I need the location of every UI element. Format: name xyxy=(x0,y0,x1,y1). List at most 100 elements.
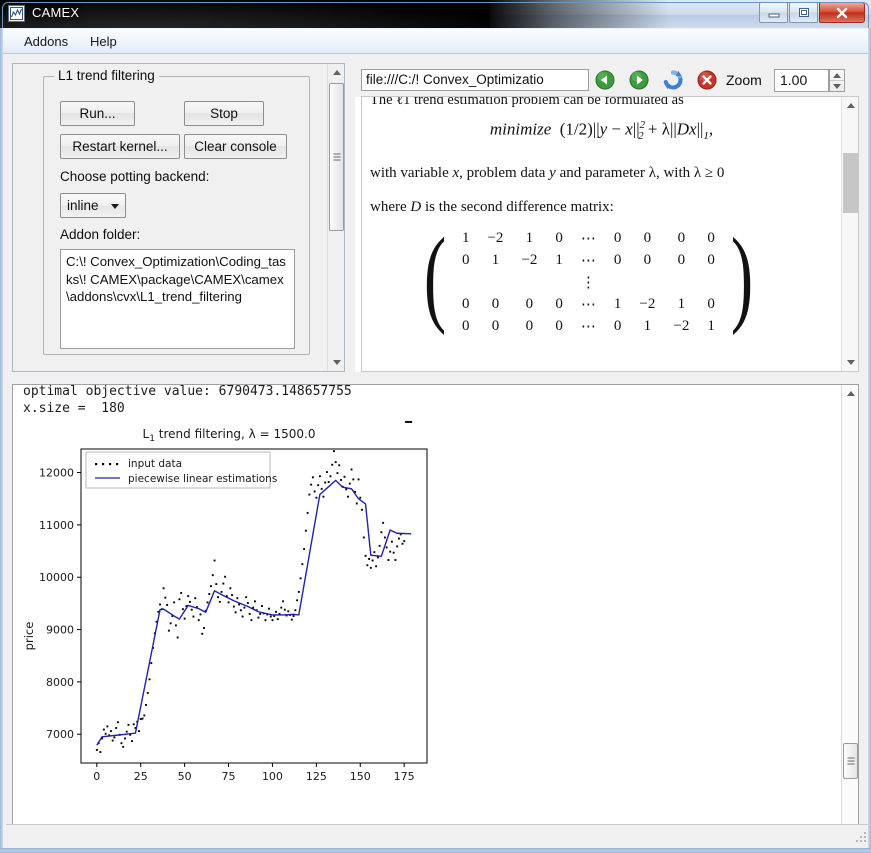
documentation-content: The ℓ1 trend estimation problem can be f… xyxy=(362,97,841,371)
x-tick-label: 75 xyxy=(222,770,236,783)
close-button[interactable] xyxy=(819,2,865,23)
matrix-cell xyxy=(630,271,664,293)
legend-label-input-data: input data xyxy=(128,458,182,470)
clear-console-button[interactable]: Clear console xyxy=(184,134,287,159)
plot-canvas: L1 trend filtering, λ = 1500.0 price 700… xyxy=(19,421,439,821)
reload-icon[interactable] xyxy=(663,70,683,90)
doc-variable-line: with variable x, problem data y and para… xyxy=(370,165,724,182)
matrix-cell xyxy=(664,271,698,293)
zoom-spinner[interactable] xyxy=(829,69,845,92)
matrix-cell: 1 xyxy=(555,251,563,268)
matrix-cell: ⋮ xyxy=(580,274,596,291)
addon-panel-scrollbar[interactable] xyxy=(327,64,344,371)
matrix-cell xyxy=(512,271,546,293)
top-split-region: L1 trend filtering Run... Stop Restart k… xyxy=(3,54,868,379)
x-tick-label: 25 xyxy=(134,770,148,783)
console-scrollbar-thumb[interactable] xyxy=(843,743,858,779)
restart-kernel-button[interactable]: Restart kernel... xyxy=(60,134,180,159)
matrix-cell: 0 xyxy=(677,229,686,246)
plot-ylabel: price xyxy=(22,622,36,651)
y-tick-label: 7000 xyxy=(46,728,74,741)
doc-scroll-up-icon[interactable] xyxy=(842,97,858,114)
backend-select[interactable]: inline xyxy=(60,193,126,218)
matrix-cell: 0 xyxy=(613,317,622,334)
matrix-cell: −2 xyxy=(639,295,656,312)
matrix-cell: 0 xyxy=(555,229,563,246)
run-button[interactable]: Run... xyxy=(60,101,135,126)
console-scrollbar[interactable] xyxy=(841,385,858,841)
console-output: optimal objective value: 6790473.1486577… xyxy=(23,384,352,416)
doc-line2-lambda: λ xyxy=(648,165,656,181)
second-difference-matrix: ( 1 −2 1 0 ⋯ 0 0 0 0 0 1 −2 1 ⋯ 0 0 0 0 ⋮ 0 0 0 0 ⋯ 1 −2 1 0 0 0 0 0 ⋯ 0 1… xyxy=(417,217,760,337)
x-tick-label: 50 xyxy=(178,770,192,783)
minimize-button[interactable] xyxy=(759,2,788,23)
desktop-background: CAMEX Addons Help L1 trend filtering Run… xyxy=(0,0,871,853)
console-panel[interactable]: optimal objective value: 6790473.1486577… xyxy=(12,384,859,842)
addon-panel: L1 trend filtering Run... Stop Restart k… xyxy=(12,63,345,372)
doc-scroll-down-icon[interactable] xyxy=(842,354,858,371)
documentation-scrollbar[interactable] xyxy=(841,97,858,371)
matrix-cell: 0 xyxy=(707,295,715,312)
matrix-cell: 0 xyxy=(677,251,686,268)
documentation-viewport: The ℓ1 trend estimation problem can be f… xyxy=(361,96,859,372)
statusbar xyxy=(6,824,871,846)
browser-toolbar: file:///C:/! Convex_Optimizatio Zoom 1.0… xyxy=(355,63,859,97)
addon-groupbox: L1 trend filtering Run... Stop Restart k… xyxy=(43,68,310,355)
matrix-cell: 1 xyxy=(525,229,534,246)
zoom-increment-button[interactable] xyxy=(830,70,844,81)
matrix-row: 1 −2 1 0 ⋯ 0 0 0 0 xyxy=(453,227,724,249)
scroll-down-icon[interactable] xyxy=(328,354,345,371)
matrix-cell xyxy=(698,271,724,293)
doc-scrollbar-thumb[interactable] xyxy=(843,153,858,213)
addon-folder-path[interactable]: C:\! Convex_Optimization\Coding_tasks\! … xyxy=(60,249,295,349)
maximize-button[interactable] xyxy=(789,2,818,23)
window-titlebar: CAMEX xyxy=(0,0,871,28)
zoom-decrement-button[interactable] xyxy=(830,81,844,91)
zoom-input[interactable]: 1.00 xyxy=(774,69,829,92)
scroll-up-icon[interactable] xyxy=(328,64,345,81)
y-tick-label: 11000 xyxy=(39,519,74,532)
doc-line2-condition: λ ≥ 0 xyxy=(693,165,725,181)
url-input[interactable]: file:///C:/! Convex_Optimizatio xyxy=(361,69,589,91)
doc-line3-b: is the second difference matrix: xyxy=(421,199,614,215)
matrix-cell: 1 xyxy=(491,251,500,268)
matrix-cell xyxy=(453,271,479,293)
matrix-cell: −2 xyxy=(521,251,538,268)
app-chart-icon xyxy=(8,5,25,22)
menubar: Addons Help xyxy=(3,29,868,54)
zoom-label: Zoom xyxy=(726,72,762,88)
matrix-cell: 0 xyxy=(707,229,715,246)
matrix-left-paren: ( xyxy=(423,217,447,336)
resize-grip-icon[interactable] xyxy=(855,831,868,844)
console-scroll-up-icon[interactable] xyxy=(842,385,858,402)
stop-icon[interactable] xyxy=(697,70,717,90)
matrix-cell: 0 xyxy=(525,317,534,334)
backend-label: Choose potting backend: xyxy=(60,169,210,184)
x-tick-label: 175 xyxy=(394,770,415,783)
matrix-cell: −2 xyxy=(673,317,690,334)
matrix-cell: 0 xyxy=(613,229,622,246)
back-arrow-icon[interactable] xyxy=(595,70,615,90)
matrix-cell: 0 xyxy=(643,251,652,268)
addon-group-title: L1 trend filtering xyxy=(54,68,159,83)
matrix-cell: 0 xyxy=(461,251,470,268)
matrix-cell xyxy=(605,271,631,293)
forward-arrow-icon[interactable] xyxy=(629,70,649,90)
doc-line2-b: , problem data xyxy=(459,165,550,181)
y-tick-label: 9000 xyxy=(46,624,74,637)
menu-help[interactable]: Help xyxy=(81,32,126,51)
doc-line3-D: D xyxy=(410,199,422,215)
matrix-row: ⋮ xyxy=(453,271,724,293)
x-tick-label: 125 xyxy=(306,770,327,783)
stop-button[interactable]: Stop xyxy=(184,101,264,126)
matrix-cell: 1 xyxy=(677,295,686,312)
matrix-cell: 0 xyxy=(461,295,470,312)
matrix-cell: 0 xyxy=(491,295,500,312)
window-left-edge xyxy=(0,28,3,853)
menu-addons[interactable]: Addons xyxy=(15,32,77,51)
matrix-cell: 0 xyxy=(555,295,563,312)
documentation-panel: file:///C:/! Convex_Optimizatio Zoom 1.0… xyxy=(355,63,859,372)
matrix-cell: ⋯ xyxy=(580,230,596,247)
matrix-cell: 0 xyxy=(461,317,470,334)
scrollbar-thumb[interactable] xyxy=(329,83,344,231)
